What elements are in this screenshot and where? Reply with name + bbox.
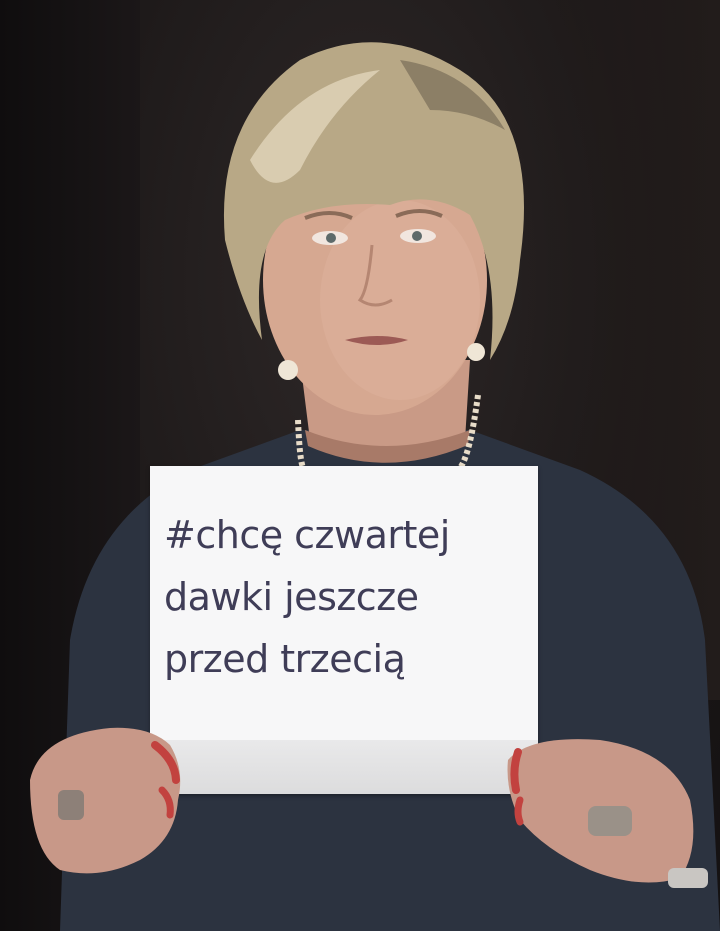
handheld-sign: #chcę czwartej dawki jeszcze przed trzec… bbox=[150, 466, 538, 794]
sign-line-3: przed trzecią bbox=[164, 637, 406, 681]
sign-lower-edge bbox=[150, 740, 538, 794]
left-earring bbox=[278, 360, 298, 380]
sign-text: #chcę czwartej dawki jeszcze przed trzec… bbox=[164, 504, 534, 690]
sign-line-1: #chcę czwartej bbox=[164, 513, 450, 557]
sign-line-2: dawki jeszcze bbox=[164, 575, 419, 619]
photo: #chcę czwartej dawki jeszcze przed trzec… bbox=[0, 0, 720, 931]
right-earring bbox=[467, 343, 485, 361]
